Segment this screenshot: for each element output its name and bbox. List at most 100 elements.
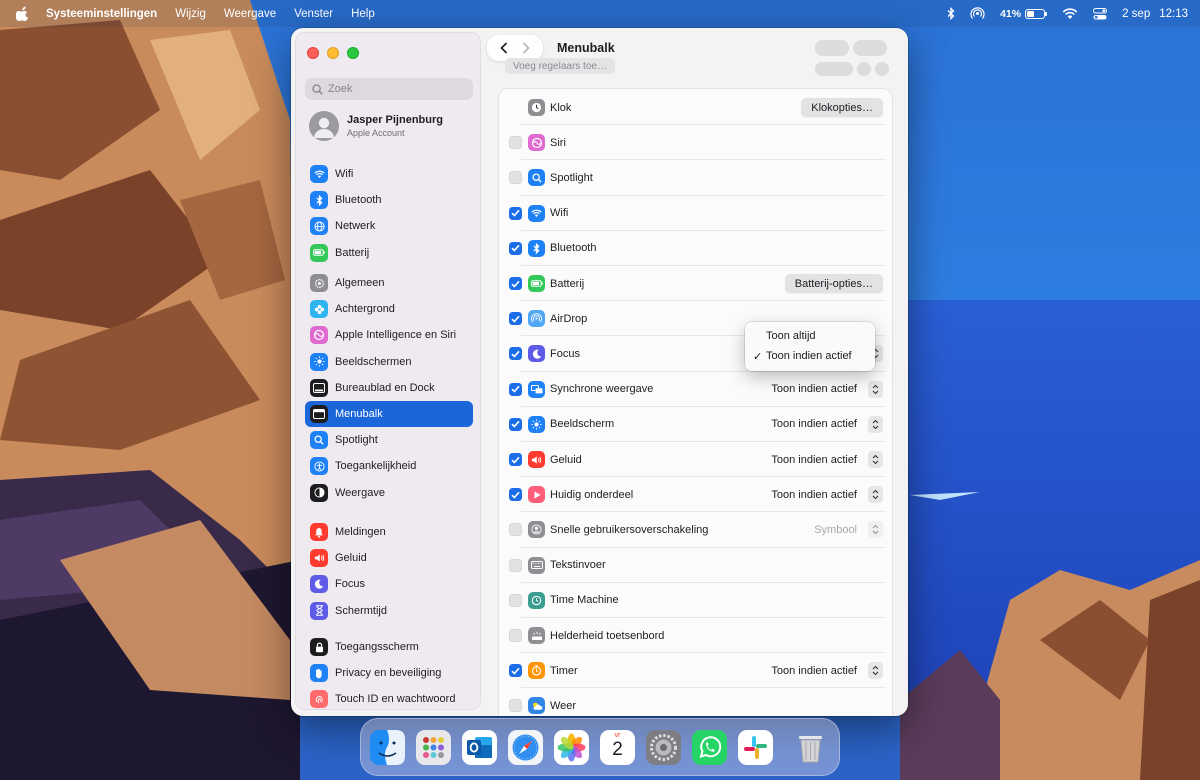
sidebar-item-focus[interactable]: Focus [305,571,473,597]
forward-button[interactable] [515,37,537,59]
synchrone-weergave-visibility-popup[interactable]: Toon indien actief [771,380,883,398]
close-window-button[interactable] [307,47,319,59]
mirror-icon [528,380,545,398]
sidebar-item-toegangsscherm[interactable]: Toegangsscherm [305,634,473,660]
snelle-gebruikersoverschakeling-visibility-popup: Symbool [814,521,883,539]
whatsapp-icon[interactable] [692,729,727,765]
bluetooth-icon [310,191,328,210]
time-machine-checkbox[interactable] [509,593,522,607]
timemachine-icon [528,591,545,609]
menu-option-when-active[interactable]: ✓ Toon indien actief [745,346,875,366]
sidebar-group: Toegangsscherm Privacy en beveiliging Touc… [305,634,473,709]
sidebar-item-schermtijd[interactable]: Schermtijd [305,598,473,624]
sidebar-item-apple-intelligence-en-siri[interactable]: Apple Intelligence en Siri [305,322,473,348]
menu-view[interactable]: Weergave [224,8,276,20]
airdrop-checkbox[interactable] [509,312,522,326]
globe-icon [310,217,328,236]
tekstinvoer-checkbox[interactable] [509,558,522,572]
safari-icon[interactable] [508,729,543,765]
sidebar-item-label: Geluid [335,552,367,565]
sidebar-item-achtergrond[interactable]: Achtergrond [305,296,473,322]
sidebar-item-wifi[interactable]: Wifi [305,161,473,187]
menu-app-name[interactable]: Systeeminstellingen [46,8,157,20]
menu-option-label: Toon indien actief [766,350,852,362]
sidebar-item-touch-id-en-wachtwoord[interactable]: Touch ID en wachtwoord [305,686,473,709]
menubar-icon [310,405,328,424]
beeldscherm-visibility-popup[interactable]: Toon indien actief [771,415,883,433]
menubar-item-weer: Weer [499,688,894,716]
menu-edit[interactable]: Wijzig [175,8,206,20]
photos-icon[interactable] [554,729,589,765]
sidebar: Zoek Jasper Pijnenburg Apple Account Wif… [295,32,481,710]
sidebar-item-bureaublad-en-dock[interactable]: Bureaublad en Dock [305,375,473,401]
sidebar-item-toegankelijkheid[interactable]: Toegankelijkheid [305,453,473,479]
bluetooth-checkbox[interactable] [509,241,522,255]
airdrop-status-icon[interactable] [970,7,985,20]
back-button[interactable] [493,37,515,59]
menubar-date[interactable]: 2 sep [1122,8,1150,20]
helderheid-toetsenbord-checkbox[interactable] [509,629,522,643]
control-center-icon[interactable] [1093,7,1108,20]
calendar-icon[interactable]: vr 2 [600,729,635,765]
weer-checkbox[interactable] [509,699,522,713]
huidig-onderdeel-visibility-popup[interactable]: Toon indien actief [771,486,883,504]
klok-options-button[interactable]: Klokopties… [801,98,883,118]
wifi-status-icon[interactable] [1062,7,1078,20]
sidebar-item-spotlight[interactable]: Spotlight [305,427,473,453]
sidebar-item-geluid[interactable]: Geluid [305,545,473,571]
minimize-window-button[interactable] [327,47,339,59]
system-settings-icon[interactable] [646,729,681,765]
timer-visibility-popup[interactable]: Toon indien actief [771,662,883,680]
sidebar-item-beeldschermen[interactable]: Beeldschermen [305,349,473,375]
menu-window[interactable]: Venster [294,8,333,20]
bluetooth-icon [528,239,545,257]
geluid-visibility-popup[interactable]: Toon indien actief [771,451,883,469]
sidebar-item-weergave[interactable]: Weergave [305,480,473,506]
sidebar-item-privacy-en-beveiliging[interactable]: Privacy en beveiliging [305,660,473,686]
outlook-icon[interactable] [462,729,497,765]
menubar-item-label: Beeldscherm [550,418,615,431]
sidebar-item-algemeen[interactable]: Algemeen [305,270,473,296]
trash-icon[interactable] [793,730,828,765]
add-controls-button[interactable]: Voeg regelaars toe… [505,58,615,74]
battery-icon [528,275,545,293]
menubar-time[interactable]: 12:13 [1159,8,1188,20]
slack-icon[interactable] [738,729,773,765]
menubar-item-klok: Klok Klokopties… [499,90,894,126]
beeldscherm-checkbox[interactable] [509,417,522,431]
zoom-window-button[interactable] [347,47,359,59]
timer-checkbox[interactable] [509,664,522,678]
sidebar-item-label: Algemeen [335,277,385,290]
batterij-options-button[interactable]: Batterij-opties… [784,274,883,294]
finder-icon[interactable] [370,729,405,765]
sidebar-item-netwerk[interactable]: Netwerk [305,213,473,239]
focus-checkbox[interactable] [509,347,522,361]
menu-option-always[interactable]: Toon altijd [745,326,875,346]
sidebar-item-bluetooth[interactable]: Bluetooth [305,187,473,213]
sidebar-item-batterij[interactable]: Batterij [305,240,473,266]
geluid-checkbox[interactable] [509,453,522,467]
avatar [309,111,339,141]
timer-icon [528,662,545,680]
launchpad-icon[interactable] [416,729,451,765]
batterij-checkbox[interactable] [509,277,522,291]
apple-account[interactable]: Jasper Pijnenburg Apple Account [309,111,443,141]
menu-help[interactable]: Help [351,8,375,20]
bluetooth-status-icon[interactable] [947,7,955,20]
menubar-item-beeldscherm: Beeldscherm Toon indien actief [499,407,894,442]
sidebar-item-menubalk[interactable]: Menubalk [305,400,473,428]
siri-checkbox[interactable] [509,136,522,150]
menubar-item-tekstinvoer: Tekstinvoer [499,548,894,583]
sidebar-item-meldingen[interactable]: Meldingen [305,519,473,545]
wifi-checkbox[interactable] [509,206,522,220]
huidig-onderdeel-checkbox[interactable] [509,488,522,502]
battery-status-icon[interactable]: 41% [1000,8,1048,20]
sidebar-item-label: Menubalk [335,408,383,421]
apple-logo-icon[interactable] [15,6,30,22]
search-icon [312,83,323,95]
snelle-gebruikersoverschakeling-checkbox[interactable] [509,523,522,537]
moon-icon [310,575,328,594]
spotlight-checkbox[interactable] [509,171,522,185]
search-field[interactable]: Zoek [305,78,473,100]
synchrone-weergave-checkbox[interactable] [509,382,522,396]
